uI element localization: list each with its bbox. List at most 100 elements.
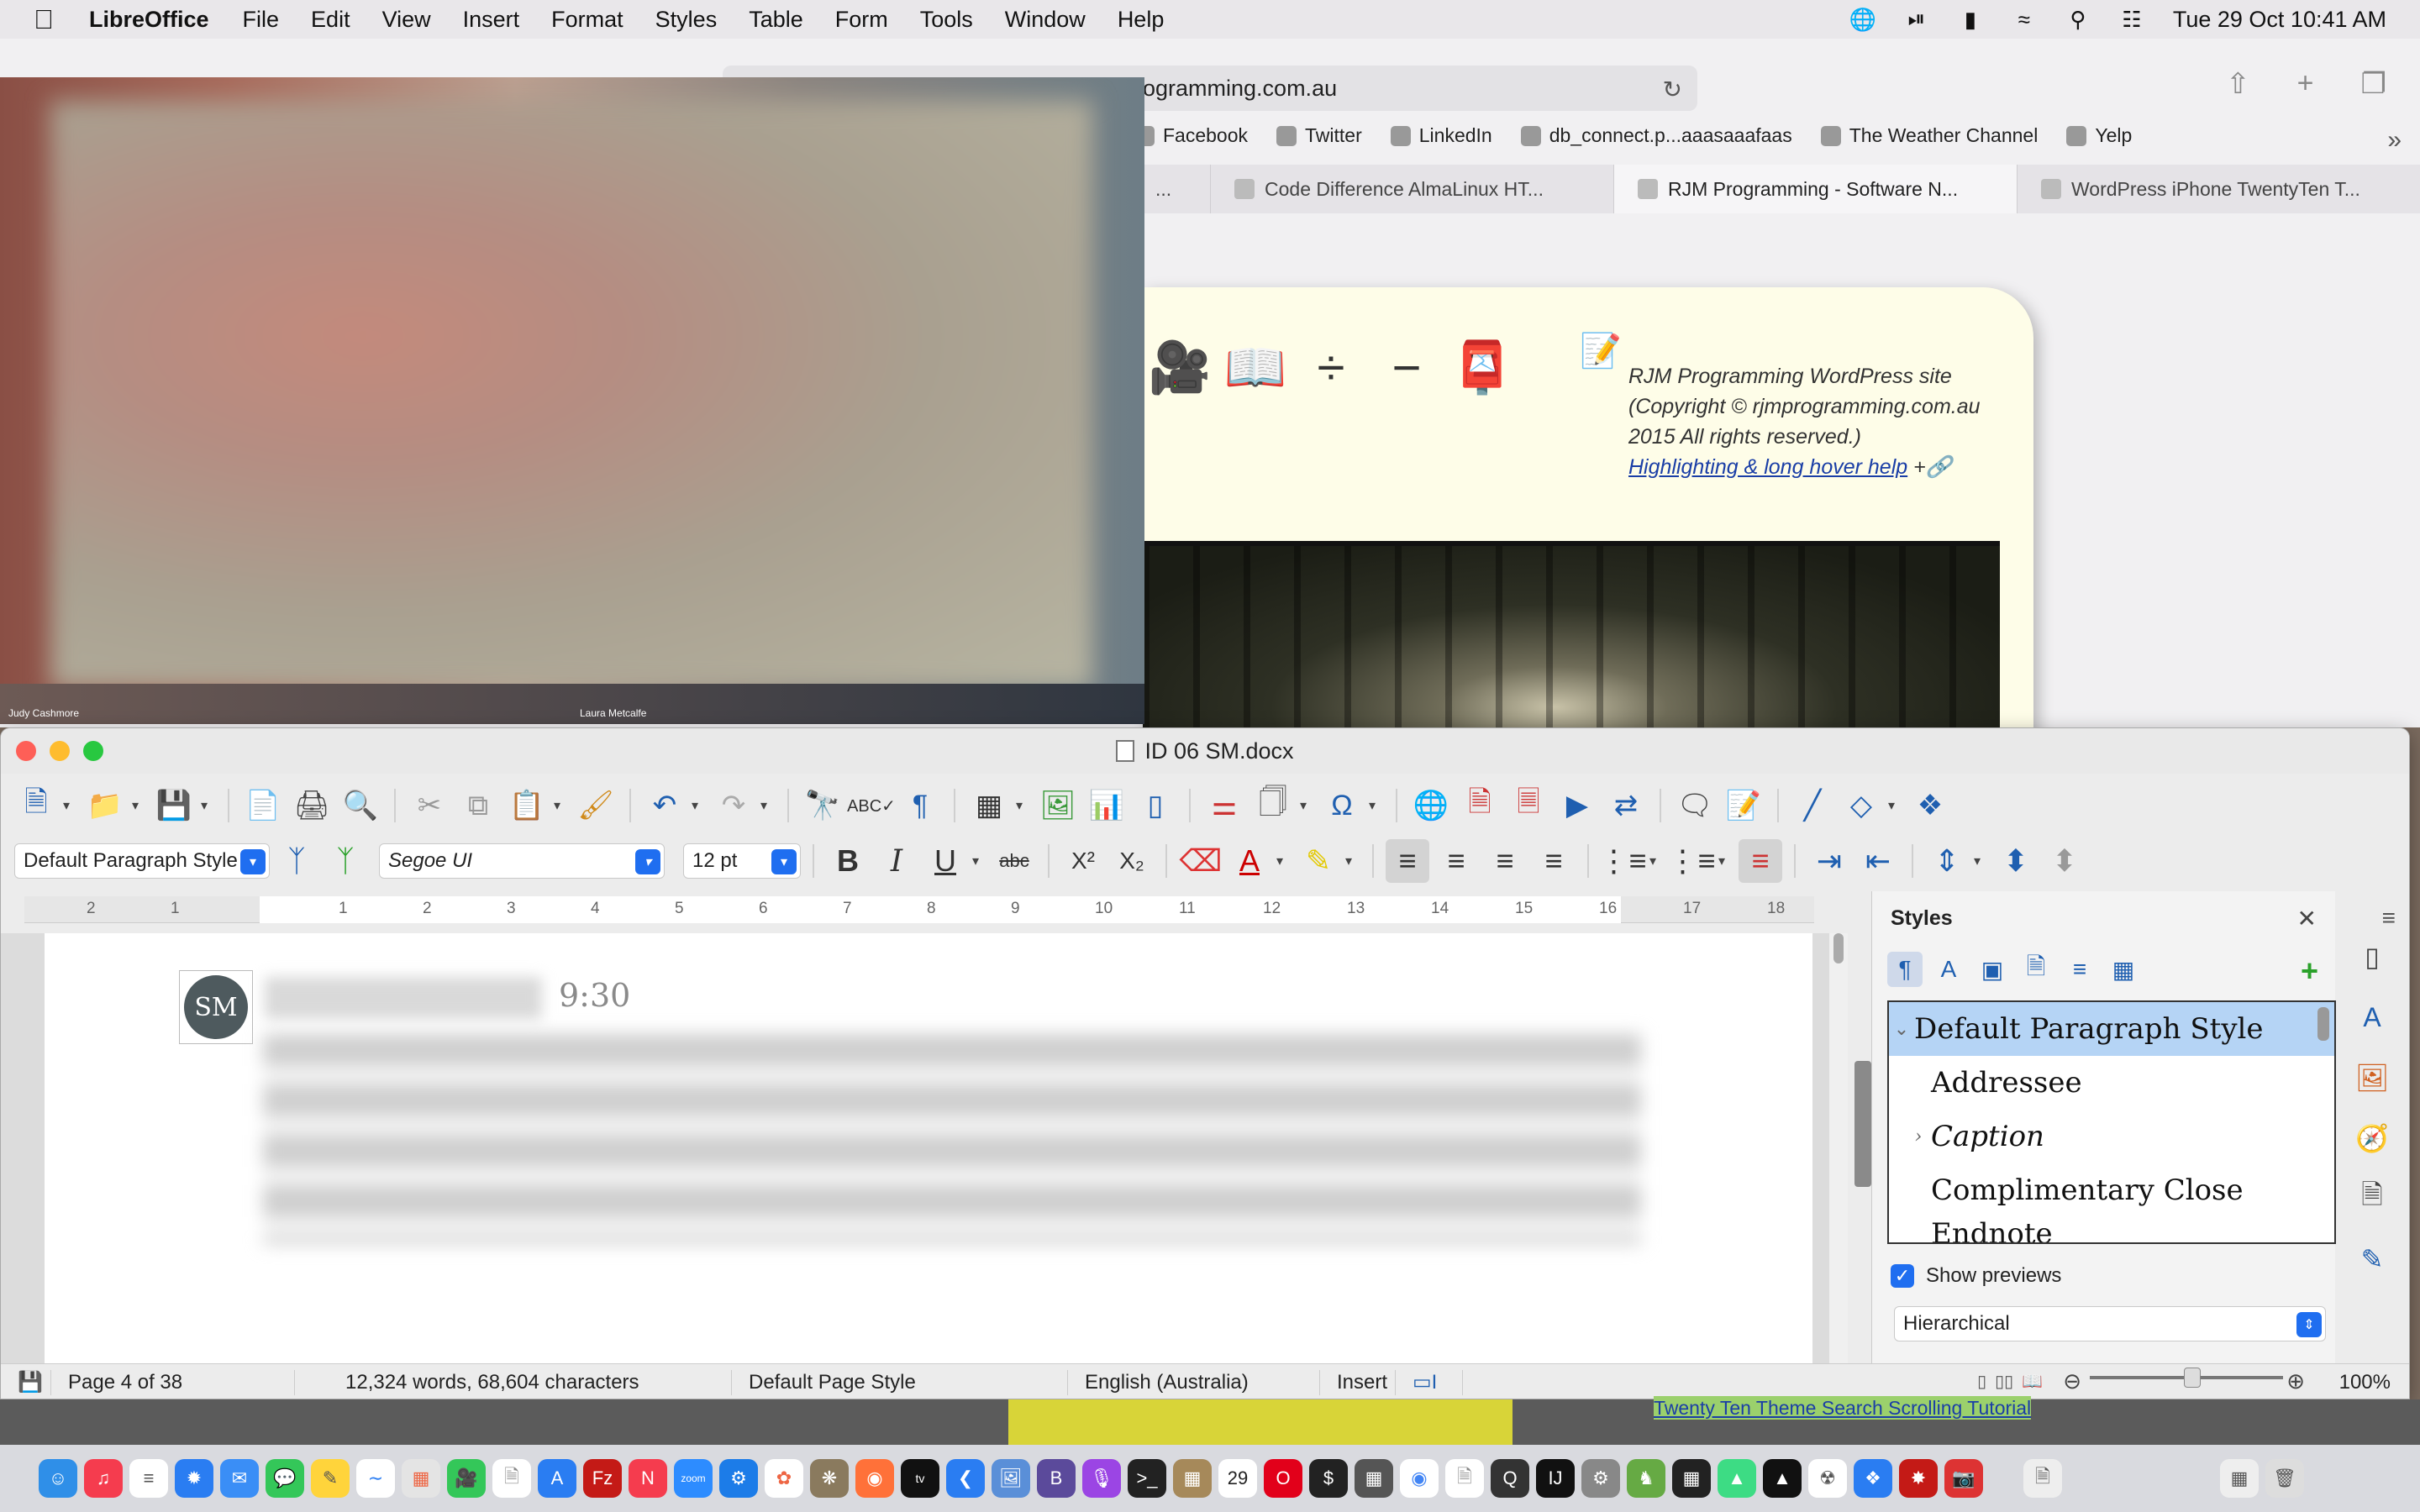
menu-tools[interactable]: Tools <box>920 7 973 33</box>
line-spacing-icon[interactable]: ⇕ <box>1925 839 1969 883</box>
style-item-endnote[interactable]: Endnote <box>1889 1217 2334 1242</box>
zoom-slider-knob[interactable] <box>2184 1368 2201 1388</box>
insert-field-icon[interactable]: 🗍 <box>1251 784 1295 827</box>
expand-chevron-icon[interactable]: › <box>1906 1126 1931 1147</box>
safari-icon[interactable]: ✹ <box>175 1459 213 1498</box>
firefox-icon[interactable]: ◉ <box>855 1459 894 1498</box>
document-page[interactable]: SM 9:30 <box>45 933 1812 1399</box>
style-item-default-paragraph[interactable]: ⌄ Default Paragraph Style <box>1889 1002 2334 1056</box>
sidebar-menu-icon[interactable]: ≡ <box>2382 905 2396 932</box>
font-color-icon[interactable]: A <box>1228 839 1271 883</box>
insert-text-box-icon[interactable]: ▯ <box>1134 784 1177 827</box>
app-menu-name[interactable]: LibreOffice <box>89 7 209 33</box>
properties-deck-icon[interactable]: ▯ <box>2354 938 2391 975</box>
spelling-icon[interactable]: ABC✓ <box>847 784 896 827</box>
sidebar-close-icon[interactable]: ✕ <box>2297 905 2317 932</box>
increase-paragraph-spacing-icon[interactable]: ⬍ <box>1994 839 2038 883</box>
downloads-stack-icon[interactable]: 🗎 <box>2023 1459 2062 1498</box>
font-size-combo[interactable]: 12 pt ▾ <box>683 843 801 879</box>
special-char-dropdown-icon[interactable]: ▾ <box>1369 797 1384 814</box>
music-icon[interactable]: ♫ <box>84 1459 123 1498</box>
style-item-caption[interactable]: › Caption <box>1889 1110 2334 1163</box>
navigator-deck-icon[interactable]: 🧭 <box>2354 1120 2391 1157</box>
menu-help[interactable]: Help <box>1118 7 1165 33</box>
news-icon[interactable]: N <box>629 1459 667 1498</box>
window-minimize-button[interactable] <box>50 741 70 761</box>
print-preview-icon[interactable]: 🔍 <box>339 784 382 827</box>
styles-deck-icon[interactable]: A <box>2354 999 2391 1036</box>
new-document-icon[interactable]: 🗎 <box>14 784 58 827</box>
photo-booth-icon[interactable]: 📷 <box>1944 1459 1983 1498</box>
numbering-dropdown-icon[interactable]: ▾ <box>1718 853 1733 869</box>
postbox-icon[interactable]: 📮 <box>1451 338 1514 396</box>
zoom-percentage[interactable]: 100% <box>2339 1371 2391 1394</box>
gimp-icon[interactable]: ❋ <box>810 1459 849 1498</box>
align-right-icon[interactable]: ≡ <box>1483 839 1527 883</box>
font-size-dropdown-icon[interactable]: ▾ <box>771 849 797 874</box>
filezilla-icon[interactable]: Fz <box>583 1459 622 1498</box>
copy-icon[interactable]: ⧉ <box>456 784 500 827</box>
cut-icon[interactable]: ✂ <box>408 784 451 827</box>
sidebar-collapse-handle[interactable] <box>1854 1061 1871 1187</box>
menubar-clock[interactable]: Tue 29 Oct 10:41 AM <box>2173 7 2386 33</box>
gallery-deck-icon[interactable]: 🖼 <box>2354 1059 2391 1096</box>
share-icon[interactable]: ⇧ <box>2226 67 2250 101</box>
show-draw-functions-icon[interactable]: ❖ <box>1908 784 1952 827</box>
bookmark-insert-icon[interactable]: ▶ <box>1555 784 1599 827</box>
bookmark-weather-channel[interactable]: The Weather Channel <box>1820 124 2038 147</box>
open-folder-icon[interactable]: 📁 <box>83 784 127 827</box>
intellij-icon[interactable]: IJ <box>1536 1459 1575 1498</box>
table-dropdown-icon[interactable]: ▾ <box>1016 797 1031 814</box>
endnote-icon[interactable]: 🗏 <box>1507 784 1550 827</box>
bulleted-list-icon[interactable]: ⋮≡ <box>1599 839 1647 883</box>
apple-tv-icon[interactable]: tv <box>901 1459 939 1498</box>
underline-dropdown-icon[interactable]: ▾ <box>972 853 987 869</box>
no-list-icon[interactable]: ≡ <box>1739 839 1782 883</box>
facetime-icon[interactable]: 🎥 <box>447 1459 486 1498</box>
book-view-icon[interactable]: 📖 <box>2022 1371 2043 1392</box>
xcode-icon[interactable]: ⚙ <box>719 1459 758 1498</box>
special-character-icon[interactable]: Ω <box>1320 784 1364 827</box>
xcode-tools-icon[interactable]: ❖ <box>1854 1459 1892 1498</box>
paste-dropdown-icon[interactable]: ▾ <box>554 797 569 814</box>
word-count[interactable]: 12,324 words, 68,604 characters <box>295 1369 732 1395</box>
menu-insert[interactable]: Insert <box>463 7 520 33</box>
messages-icon[interactable]: 💬 <box>266 1459 304 1498</box>
iterm-icon[interactable]: $ <box>1309 1459 1348 1498</box>
font-color-dropdown-icon[interactable]: ▾ <box>1276 853 1292 869</box>
selection-mode-icon[interactable]: ▭I <box>1396 1369 1463 1395</box>
notes-icon[interactable]: ✎ <box>311 1459 350 1498</box>
new-style-from-selection-icon[interactable]: + <box>2301 953 2318 989</box>
calculator-icon[interactable]: ▦ <box>1355 1459 1393 1498</box>
new-dropdown-icon[interactable]: ▾ <box>63 797 78 814</box>
control-center-icon[interactable]: ☷ <box>2119 7 2144 32</box>
tableplus-icon[interactable]: ☢ <box>1808 1459 1847 1498</box>
reload-icon[interactable]: ↻ <box>1663 76 1682 103</box>
strikethrough-icon[interactable]: abc <box>992 839 1036 883</box>
bbedit-icon[interactable]: B <box>1037 1459 1076 1498</box>
bookmarks-overflow-chevron-icon[interactable]: » <box>2387 126 2402 155</box>
page-styles-icon[interactable]: 🗎 <box>2018 952 2054 987</box>
zoom-icon[interactable]: zoom <box>674 1459 713 1498</box>
frame-styles-icon[interactable]: ▣ <box>1975 952 2010 987</box>
console-icon[interactable]: ▦ <box>1672 1459 1711 1498</box>
spotlight-search-icon[interactable]: ⚲ <box>2065 7 2091 32</box>
system-settings-icon[interactable]: ⚙ <box>1581 1459 1620 1498</box>
safari-tab-0[interactable]: ... <box>1143 165 1210 213</box>
zoom-out-icon[interactable]: ⊖ <box>2063 1368 2081 1394</box>
document-file-icon[interactable]: 🗎 <box>492 1459 531 1498</box>
hyperlink-icon[interactable]: 🌐 <box>1409 784 1453 827</box>
find-replace-icon[interactable]: 🔭 <box>801 784 844 827</box>
insert-chart-icon[interactable]: 📊 <box>1085 784 1128 827</box>
safari-tab-2[interactable]: RJM Programming - Software N... <box>1613 165 2017 213</box>
highlight-color-icon[interactable]: ✎ <box>1297 839 1340 883</box>
list-styles-icon[interactable]: ≡ <box>2062 952 2097 987</box>
tab-overview-icon[interactable]: ❐ <box>2361 67 2386 101</box>
inkscape-icon[interactable]: ▲ <box>1763 1459 1802 1498</box>
export-pdf-icon[interactable]: 📄 <box>241 784 285 827</box>
battery-icon[interactable]: ▮ <box>1958 7 1983 32</box>
zoom-in-icon[interactable]: ⊕ <box>2286 1368 2305 1394</box>
vertical-scrollbar[interactable] <box>1829 933 1848 1399</box>
insert-table-icon[interactable]: ▦ <box>967 784 1011 827</box>
save-icon[interactable]: 💾 <box>152 784 196 827</box>
